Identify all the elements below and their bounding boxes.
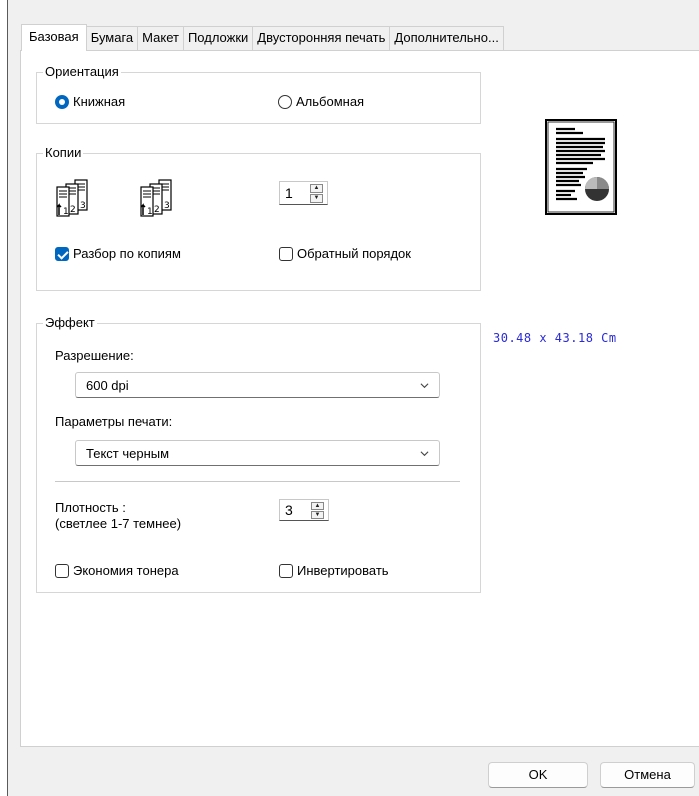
tab-layout[interactable]: Макет: [138, 26, 184, 50]
collate-checkbox[interactable]: Разбор по копиям: [55, 246, 181, 261]
copies-spin-buttons: ▲ ▼: [310, 182, 325, 204]
print-params-label: Параметры печати:: [55, 414, 173, 429]
density-value[interactable]: 3: [280, 502, 311, 518]
landscape-radio-indicator[interactable]: [278, 94, 292, 109]
tab-paper[interactable]: Бумага: [86, 26, 139, 50]
chevron-down-icon: [420, 383, 429, 389]
page-preview-icon: [545, 119, 617, 215]
collated-copies-icon: 3 2 1: [56, 179, 88, 217]
paper-dimensions-readout: 30.48 x 43.18 Cm: [493, 331, 617, 345]
orientation-group-title: Ориентация: [43, 64, 121, 80]
ok-button[interactable]: OK: [488, 762, 588, 788]
collate-label: Разбор по копиям: [73, 246, 181, 261]
print-params-value: Текст черным: [86, 445, 170, 461]
invert-label: Инвертировать: [297, 563, 389, 578]
uncollated-copies-icon: 3 2 1: [140, 179, 172, 217]
toner-save-checkbox-indicator[interactable]: [55, 563, 69, 578]
copies-spinner[interactable]: 1 ▲ ▼: [279, 181, 328, 205]
invert-checkbox[interactable]: Инвертировать: [279, 563, 389, 578]
effect-group-title: Эффект: [43, 315, 97, 331]
landscape-label: Альбомная: [296, 94, 365, 109]
chevron-down-icon: [420, 451, 429, 457]
copies-group: Копии 3 2 1 3 2 1 1 ▲ ▼ Разбор по копиям…: [36, 145, 481, 291]
resolution-select[interactable]: 600 dpi: [75, 372, 440, 398]
portrait-radio[interactable]: Книжная: [55, 94, 125, 109]
density-hint: (светлее 1-7 темнее): [55, 516, 182, 531]
reverse-order-label: Обратный порядок: [297, 246, 411, 261]
density-spin-buttons: ▲ ▼: [311, 500, 326, 520]
tab-basic[interactable]: Базовая: [21, 24, 87, 51]
effect-group: Эффект Разрешение: 600 dpi Параметры печ…: [36, 315, 481, 593]
effect-divider: [55, 481, 460, 482]
reverse-order-checkbox[interactable]: Обратный порядок: [279, 246, 411, 261]
tab-advanced[interactable]: Дополнительно...: [390, 26, 504, 50]
tab-strip: Базовая Бумага Макет Подложки Двусторонн…: [21, 24, 504, 51]
tab-panel-basic: Ориентация Книжная Альбомная Копии 3 2 1: [20, 50, 699, 747]
copies-count-value[interactable]: 1: [280, 185, 310, 201]
invert-checkbox-indicator[interactable]: [279, 563, 293, 578]
orientation-group: Ориентация Книжная Альбомная: [36, 64, 481, 124]
svg-text:2: 2: [70, 205, 76, 215]
portrait-radio-indicator[interactable]: [55, 94, 69, 109]
tab-watermarks[interactable]: Подложки: [183, 26, 254, 50]
svg-text:1: 1: [63, 207, 69, 217]
density-decrement-button[interactable]: ▼: [311, 510, 324, 519]
copies-group-title: Копии: [43, 145, 84, 161]
landscape-radio[interactable]: Альбомная: [278, 94, 364, 109]
svg-text:2: 2: [154, 205, 160, 215]
tab-duplex[interactable]: Двусторонняя печать: [253, 26, 391, 50]
svg-text:3: 3: [164, 201, 170, 211]
density-spinner[interactable]: 3 ▲ ▼: [279, 499, 329, 521]
resolution-label: Разрешение:: [55, 348, 134, 363]
resolution-value: 600 dpi: [86, 377, 129, 393]
toner-save-checkbox[interactable]: Экономия тонера: [55, 563, 179, 578]
svg-text:1: 1: [147, 207, 153, 217]
toner-save-label: Экономия тонера: [73, 563, 179, 578]
cancel-button[interactable]: Отмена: [600, 762, 695, 788]
reverse-order-checkbox-indicator[interactable]: [279, 246, 293, 261]
collate-checkbox-indicator[interactable]: [55, 246, 69, 261]
window-left-edge: [0, 0, 8, 796]
svg-text:3: 3: [80, 201, 86, 211]
portrait-label: Книжная: [73, 94, 126, 109]
print-params-select[interactable]: Текст черным: [75, 440, 440, 466]
copies-decrement-button[interactable]: ▼: [310, 193, 323, 203]
copies-increment-button[interactable]: ▲: [310, 183, 323, 193]
density-label: Плотность :: [55, 500, 126, 515]
density-increment-button[interactable]: ▲: [311, 501, 324, 510]
